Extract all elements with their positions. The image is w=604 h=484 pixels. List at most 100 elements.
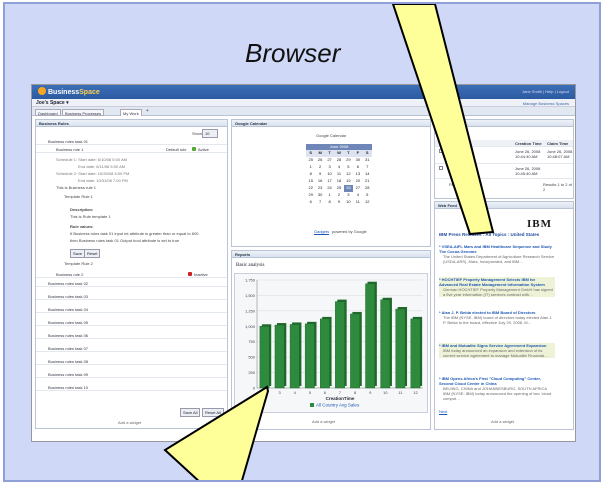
feed-item-title[interactable]: * HOCHTIEF Property Management Selects I…: [439, 277, 555, 287]
calendar-day[interactable]: 4: [353, 192, 362, 199]
add-tab-button[interactable]: +: [146, 108, 149, 114]
add-widget-link[interactable]: Add a widget: [491, 419, 514, 424]
next-link[interactable]: Next: [439, 409, 447, 414]
calendar-day[interactable]: 19: [344, 178, 353, 185]
task-label: Business rules task 03: [48, 294, 89, 299]
add-widget-link[interactable]: Add a widget: [312, 419, 335, 424]
calendar-day[interactable]: 21: [363, 178, 372, 185]
user-links[interactable]: Jane Smith | Help | Logout: [522, 89, 569, 94]
reset-button[interactable]: Reset: [84, 249, 101, 258]
x-tick-label: 5: [309, 390, 312, 395]
calendar-day[interactable]: 17: [325, 178, 334, 185]
calendar-day[interactable]: 9: [315, 171, 324, 178]
logo-icon: [38, 87, 46, 95]
task-list-item[interactable]: Business rules task 07: [36, 345, 227, 352]
save-all-button[interactable]: Save All: [180, 408, 201, 417]
calendar-day[interactable]: 1: [325, 192, 334, 199]
calendar-day[interactable]: 24: [325, 185, 334, 192]
calendar-day[interactable]: 30: [353, 157, 362, 164]
task-label: Business rules task 07: [48, 346, 89, 351]
row-checkbox[interactable]: [439, 166, 443, 170]
reset-all-button[interactable]: Reset All: [202, 408, 224, 417]
calendar-day[interactable]: 27: [353, 185, 362, 192]
save-button[interactable]: Save: [70, 249, 86, 258]
calendar-day[interactable]: 26: [315, 157, 324, 164]
template-rule-toggle[interactable]: Template Rule 1: [64, 194, 93, 199]
calendar-day[interactable]: 14: [363, 171, 372, 178]
task-list-item[interactable]: Business rules task 10: [36, 384, 227, 391]
calendar-day[interactable]: 12: [363, 199, 372, 206]
calendar-day[interactable]: 12: [344, 171, 353, 178]
calendar-day[interactable]: 11: [334, 171, 343, 178]
x-tick-label: 3: [279, 390, 282, 395]
space-selector[interactable]: Joe's Space ▾: [36, 100, 69, 106]
calendar-day[interactable]: 18: [334, 178, 343, 185]
logo-text: Business: [48, 89, 80, 96]
calendar-day[interactable]: 15: [306, 178, 315, 185]
tab-dashboard[interactable]: Dashboard: [35, 109, 61, 116]
calendar-day[interactable]: 30: [315, 192, 324, 199]
task-list-item[interactable]: Business rules task 04: [36, 306, 227, 313]
calendar-day[interactable]: 16: [315, 178, 324, 185]
calendar-day[interactable]: 4: [334, 164, 343, 171]
bar: [380, 299, 391, 389]
calendar-day[interactable]: 10: [325, 171, 334, 178]
column-header[interactable]: Claim Time: [547, 141, 568, 146]
calendar-day[interactable]: 28: [334, 157, 343, 164]
calendar-day[interactable]: 23: [315, 185, 324, 192]
calendar-day[interactable]: 8: [306, 171, 315, 178]
feed-item-title[interactable]: * VSEA-AIFL Mars and IBM Healthcare Sequ…: [439, 244, 555, 254]
calendar-day[interactable]: 7: [363, 164, 372, 171]
calendar-day[interactable]: 31: [363, 157, 372, 164]
calendar-day[interactable]: 6: [353, 164, 362, 171]
actions-menu[interactable]: Actions: [438, 130, 458, 139]
rule-row[interactable]: Business rule 2 Inactive: [36, 271, 227, 278]
show-count-select[interactable]: 10: [202, 129, 218, 138]
task-list-item[interactable]: Business rules task 02: [36, 280, 227, 287]
gadgets-link[interactable]: Gadgets: [314, 229, 329, 234]
calendar-day[interactable]: 2: [334, 192, 343, 199]
calendar-day[interactable]: 25: [306, 157, 315, 164]
calendar-day[interactable]: 11: [353, 199, 362, 206]
calendar-day[interactable]: 22: [306, 185, 315, 192]
tab-my-work[interactable]: My Work: [120, 109, 142, 116]
calendar-day[interactable]: 6: [306, 199, 315, 206]
calendar-day[interactable]: 13: [353, 171, 362, 178]
calendar-day[interactable]: 26: [343, 185, 354, 192]
calendar-day[interactable]: 25: [334, 185, 343, 192]
calendar-day[interactable]: 28: [363, 185, 372, 192]
rule-row[interactable]: Business rule 1 Default rule Active: [36, 146, 227, 153]
add-widget-link[interactable]: Add a widget: [118, 420, 141, 425]
feed-item-title[interactable]: * IBM Opens Africa's First "Cloud Comput…: [439, 376, 555, 386]
task-row[interactable]: June 26, 2008 10:44:40 AM June 26, 2008 …: [435, 148, 573, 164]
calendar-grid: June 2008 SMTWTFS 25 26 27 28 29 30 31 1 2 3 4 5 6 7 8…: [306, 144, 372, 206]
calendar-day[interactable]: 27: [325, 157, 334, 164]
row-checkbox[interactable]: [439, 149, 443, 153]
calendar-day[interactable]: 5: [344, 164, 353, 171]
task-list-item[interactable]: Business rules task 06: [36, 332, 227, 339]
task-list-item[interactable]: Business rules task 09: [36, 371, 227, 378]
calendar-day[interactable]: 7: [315, 199, 324, 206]
task-list-item[interactable]: Business rules task 03: [36, 293, 227, 300]
manage-spaces-link[interactable]: Manage Business Spaces: [523, 101, 569, 106]
template-rule-toggle[interactable]: Template Rule 2: [64, 261, 93, 266]
inactive-status-icon: [188, 272, 192, 276]
calendar-day[interactable]: 3: [325, 164, 334, 171]
calendar-day[interactable]: 3: [344, 192, 353, 199]
calendar-day[interactable]: 20: [353, 178, 362, 185]
task-list-item[interactable]: Business rules task 08: [36, 358, 227, 365]
calendar-day[interactable]: 8: [325, 199, 334, 206]
task-row[interactable]: June 26, 2008 10:45:40 AM: [435, 165, 573, 179]
calendar-day[interactable]: 2: [315, 164, 324, 171]
calendar-day[interactable]: 29: [306, 192, 315, 199]
task-list-item[interactable]: Business rules task 05: [36, 319, 227, 326]
calendar-day[interactable]: 1: [306, 164, 315, 171]
calendar-day[interactable]: 29: [344, 157, 353, 164]
column-header[interactable]: Creation Time: [515, 141, 542, 146]
tab-business-processes[interactable]: Business Processes: [62, 109, 105, 116]
calendar-day[interactable]: 10: [344, 199, 353, 206]
feed-title[interactable]: IBM Press Releases : All Topics : United…: [439, 232, 539, 237]
rules-group-row[interactable]: Business rules task 01: [36, 138, 227, 145]
calendar-day[interactable]: 9: [334, 199, 343, 206]
calendar-day[interactable]: 5: [363, 192, 372, 199]
